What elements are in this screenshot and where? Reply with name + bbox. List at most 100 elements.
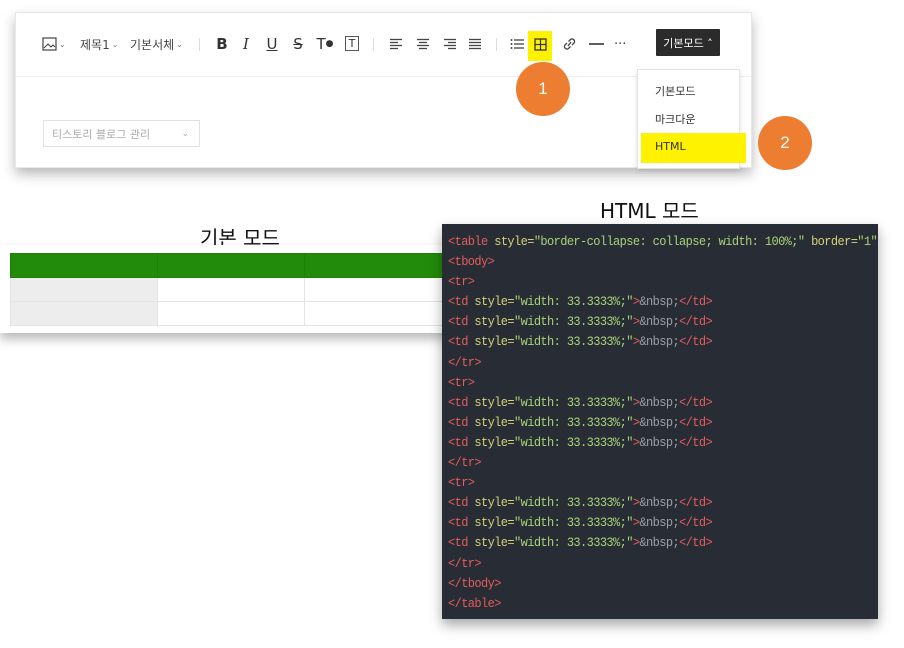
table-row [10,253,452,278]
code-line: <td style="width: 33.3333%;">&nbsp;</td> [448,392,878,413]
text-background-button[interactable]: T [345,36,359,51]
code-token: <tr> [448,375,475,391]
code-token: > [877,235,878,250]
font-select[interactable]: 기본서체 ⌄ [130,35,183,53]
list-button[interactable] [510,35,525,53]
code-token: "width: 33.3333%;" [514,335,633,350]
code-token: <td [448,536,475,551]
code-token: "1" [857,234,878,250]
heading-label: 제목1 [80,37,110,52]
html-mode-label: HTML 모드 [600,199,699,223]
code-token: <td [448,315,475,330]
text-color-icon: T [316,35,326,53]
code-token: <table [448,234,495,250]
mode-option-markdown[interactable]: 마크다운 [655,111,695,127]
code-token: <td [448,515,475,531]
code-token: <td [448,395,475,411]
divider [496,38,497,51]
code-token: <tbody> [448,254,495,270]
code-token: &nbsp; [639,435,680,451]
code-line: <td style="width: 33.3333%;">&nbsp;</td> [448,312,878,333]
bold-button[interactable]: B [214,35,230,53]
code-token: <td [448,435,475,451]
blog-select-value: 티스토리 블로그 관리 [52,127,151,141]
code-token: "width: 33.3333%;" [514,294,633,310]
table-cell[interactable] [157,253,305,278]
chevron-down-icon: ⌄ [111,39,119,49]
table-cell[interactable] [304,253,452,278]
code-token: &nbsp; [639,495,680,511]
code-lines: <table style= "border-collapse: collapse;… [448,232,878,614]
code-token: <td [448,415,475,431]
html-code-editor[interactable]: <table style= "border-collapse: collapse;… [442,224,878,619]
code-line: <td style="width: 33.3333%;">&nbsp;</td> [448,412,878,433]
align-justify-button[interactable] [468,35,482,53]
code-line: </tr> [448,553,878,574]
code-token: style= [474,395,515,411]
strikethrough-button[interactable]: S [290,35,306,53]
align-right-button[interactable] [443,35,457,53]
code-token: style= [474,294,515,310]
code-token: </td> [679,395,713,411]
code-token: "width: 33.3333%;" [514,435,633,451]
code-token: </td> [679,435,713,451]
code-token: <td [448,495,475,511]
code-line: </tr> [448,453,878,474]
horizontal-rule-button[interactable] [589,35,604,53]
table-cell[interactable] [157,277,305,302]
table-button[interactable] [534,35,547,53]
heading-select[interactable]: 제목1 ⌄ [80,35,118,53]
code-token: style= [474,495,515,511]
image-button[interactable]: ⌄ [42,35,66,53]
code-token: &nbsp; [639,315,680,330]
align-left-button[interactable] [389,35,403,53]
code-token: <td [448,335,475,350]
blog-category-select[interactable]: 티스토리 블로그 관리 ⌄ [43,120,200,147]
step-badge-1: 1 [516,62,570,116]
italic-button[interactable]: I [238,35,254,53]
align-center-icon [417,38,429,50]
code-token: "border-collapse: collapse; width: 100%;… [533,234,805,250]
code-token: </td> [679,495,713,511]
text-color-button[interactable]: T ● [316,35,333,53]
code-line: <tr> [448,272,878,293]
more-button[interactable]: ··· [614,35,626,53]
table-row [10,301,452,326]
code-token: style= [474,415,515,431]
code-token: style= [474,315,515,330]
mode-option-html[interactable]: HTML [655,140,686,153]
code-line: <tbody> [448,252,878,273]
code-token: style= [474,536,515,551]
table-cell[interactable] [304,277,452,302]
table-cell[interactable] [10,301,158,326]
code-line: <td style="width: 33.3333%;">&nbsp;</td> [448,513,878,534]
link-button[interactable] [562,35,577,53]
code-line: <td style="width: 33.3333%;">&nbsp;</td> [448,332,878,353]
code-token: &nbsp; [639,294,680,310]
align-center-button[interactable] [416,35,430,53]
image-icon [42,37,57,51]
table-icon [534,37,547,51]
editor-toolbar: ⌄ 제목1 ⌄ 기본서체 ⌄ B I U S T ● T ··· [16,13,751,77]
chevron-down-icon: ⌄ [176,39,183,49]
code-token: &nbsp; [639,335,680,350]
mode-button[interactable]: 기본모드 ˄ [656,29,720,56]
table-cell[interactable] [157,301,305,326]
align-left-icon [390,38,402,50]
mode-option-basic[interactable]: 기본모드 [655,83,695,99]
code-token: </tr> [448,355,482,370]
code-token: style= [474,335,515,350]
underline-button[interactable]: U [264,35,280,53]
divider [373,38,374,51]
code-token: </td> [679,515,713,531]
code-token: style= [474,435,515,451]
code-line: </tbody> [448,573,878,594]
table-cell[interactable] [10,277,158,302]
code-line: </table> [448,593,878,614]
table-cell[interactable] [10,253,158,278]
horizontal-line-icon [589,43,604,45]
basic-mode-table [10,253,452,326]
table-cell[interactable] [304,301,452,326]
font-label: 기본서체 [130,37,175,52]
code-token: </td> [679,335,713,350]
